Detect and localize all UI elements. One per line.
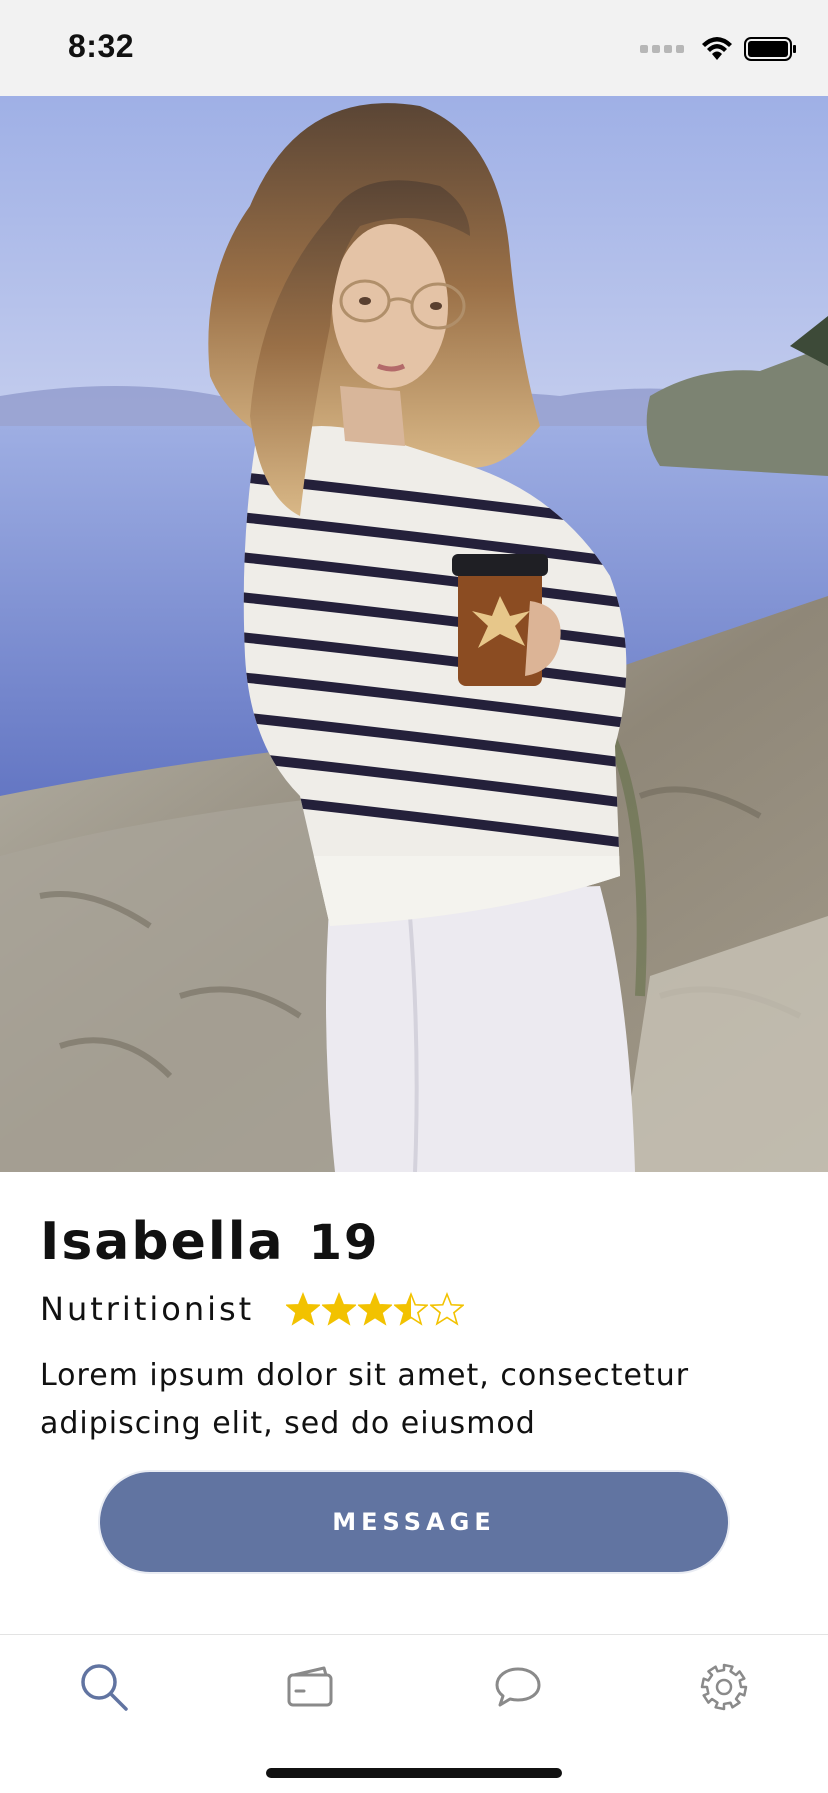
chat-bubble-icon: [495, 1667, 541, 1707]
star-icon: [394, 1292, 429, 1326]
home-indicator: [266, 1768, 562, 1778]
profile-age: 19: [308, 1215, 380, 1271]
battery-icon: [744, 37, 796, 61]
gear-icon: [700, 1663, 748, 1711]
star-icon: [286, 1292, 321, 1326]
profile-role: Nutritionist: [40, 1290, 255, 1328]
wallet-icon: [287, 1666, 333, 1707]
status-time: 8:32: [68, 28, 135, 64]
profile-header: Isabella 19: [40, 1212, 379, 1272]
star-icon: [430, 1292, 465, 1326]
profile-photo: [0, 96, 828, 1172]
profile-subheader: Nutritionist: [40, 1290, 465, 1328]
star-rating: [286, 1292, 465, 1326]
profile-description: Lorem ipsum dolor sit amet, consectetur …: [40, 1358, 690, 1441]
profile-name: Isabella: [40, 1212, 285, 1272]
tab-messages[interactable]: [490, 1659, 546, 1715]
search-icon: [81, 1664, 128, 1711]
status-icons: [640, 34, 798, 64]
status-bar: 8:32: [0, 0, 828, 96]
tab-search[interactable]: [76, 1659, 132, 1715]
star-icon: [322, 1292, 357, 1326]
tab-wallet[interactable]: [282, 1659, 338, 1715]
tab-settings[interactable]: [696, 1659, 752, 1715]
message-button[interactable]: MESSAGE: [98, 1470, 730, 1574]
wifi-icon: [702, 37, 732, 60]
star-icon: [358, 1292, 393, 1326]
cellular-signal-icon: [640, 45, 684, 53]
